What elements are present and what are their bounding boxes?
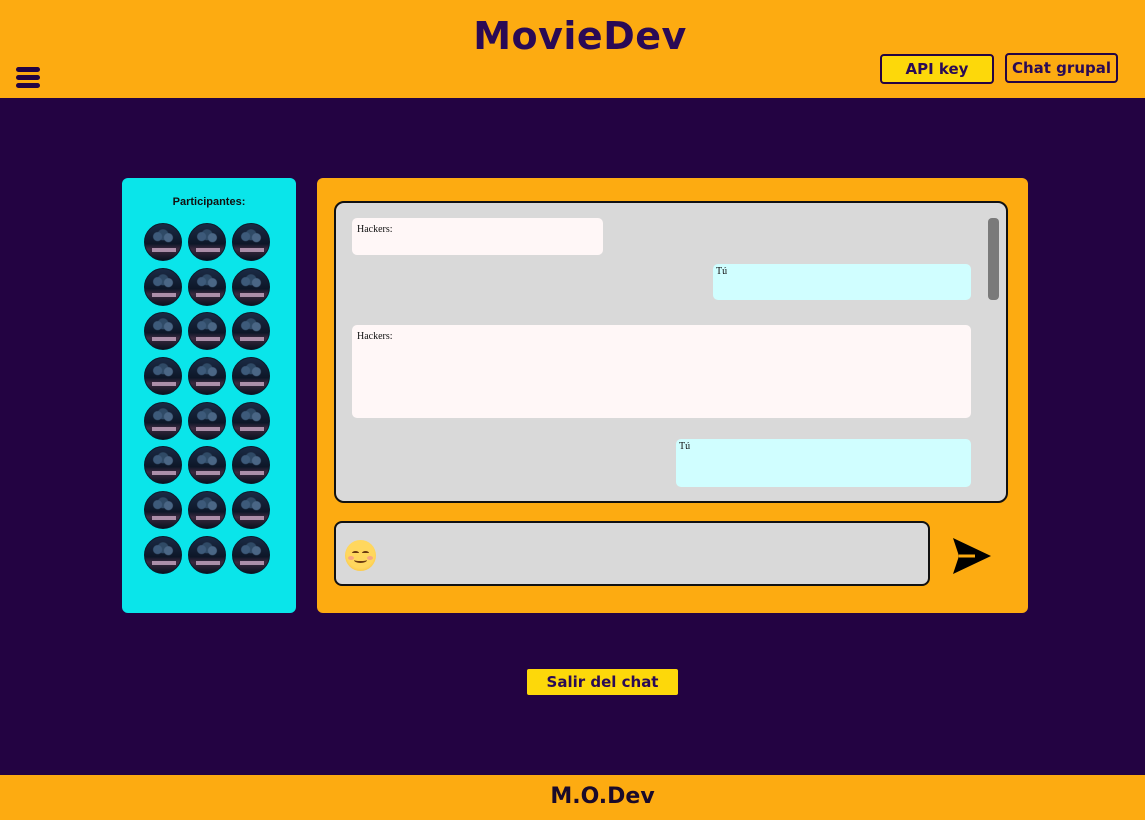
participant-avatar[interactable] [188, 312, 226, 351]
participant-avatar[interactable] [188, 535, 226, 574]
participant-avatar[interactable] [144, 223, 182, 261]
participant-avatar[interactable] [144, 401, 182, 440]
message-bubble-incoming: Hackers: [352, 325, 971, 418]
chat-messages[interactable]: Hackers: Tú Hackers: Tú [334, 201, 1008, 503]
send-icon[interactable] [951, 536, 993, 576]
hamburger-menu-icon[interactable] [16, 67, 40, 91]
participant-avatar[interactable] [144, 491, 182, 530]
message-bubble-incoming: Hackers: [352, 218, 603, 255]
participant-avatar[interactable] [144, 312, 182, 351]
participants-title: Participantes: [172, 196, 246, 208]
participant-avatar[interactable] [188, 401, 226, 440]
participant-avatar[interactable] [232, 446, 270, 485]
participant-avatar[interactable] [144, 357, 182, 396]
participant-avatar[interactable] [232, 535, 270, 574]
message-input[interactable] [334, 521, 930, 586]
participant-avatar[interactable] [188, 357, 226, 396]
exit-chat-button[interactable]: Salir del chat [527, 669, 678, 695]
emoji-icon[interactable] [345, 540, 376, 571]
participant-avatar[interactable] [232, 312, 270, 351]
group-chat-button[interactable]: Chat grupal [1005, 53, 1118, 83]
footer: M.O.Dev [0, 775, 1145, 820]
chat-panel: Hackers: Tú Hackers: Tú [317, 178, 1028, 613]
participant-avatar[interactable] [188, 267, 226, 306]
participant-avatar[interactable] [232, 401, 270, 440]
header: MovieDev API key Chat grupal [0, 0, 1145, 98]
message-bubble-outgoing: Tú [676, 439, 971, 487]
footer-brand: M.O.Dev [550, 784, 655, 809]
participant-avatar[interactable] [188, 446, 226, 485]
participant-avatar[interactable] [144, 535, 182, 574]
participants-grid [144, 223, 270, 574]
participant-avatar[interactable] [188, 223, 226, 261]
participant-avatar[interactable] [232, 223, 270, 261]
participant-avatar[interactable] [144, 267, 182, 306]
participant-avatar[interactable] [232, 267, 270, 306]
participant-avatar[interactable] [232, 357, 270, 396]
message-bubble-outgoing: Tú [713, 264, 971, 300]
api-key-button[interactable]: API key [880, 54, 994, 84]
app-title: MovieDev [473, 14, 687, 58]
chat-scrollbar[interactable] [988, 218, 999, 300]
participant-avatar[interactable] [232, 491, 270, 530]
participant-avatar[interactable] [144, 446, 182, 485]
participant-avatar[interactable] [188, 491, 226, 530]
participants-panel: Participantes: [122, 178, 296, 613]
